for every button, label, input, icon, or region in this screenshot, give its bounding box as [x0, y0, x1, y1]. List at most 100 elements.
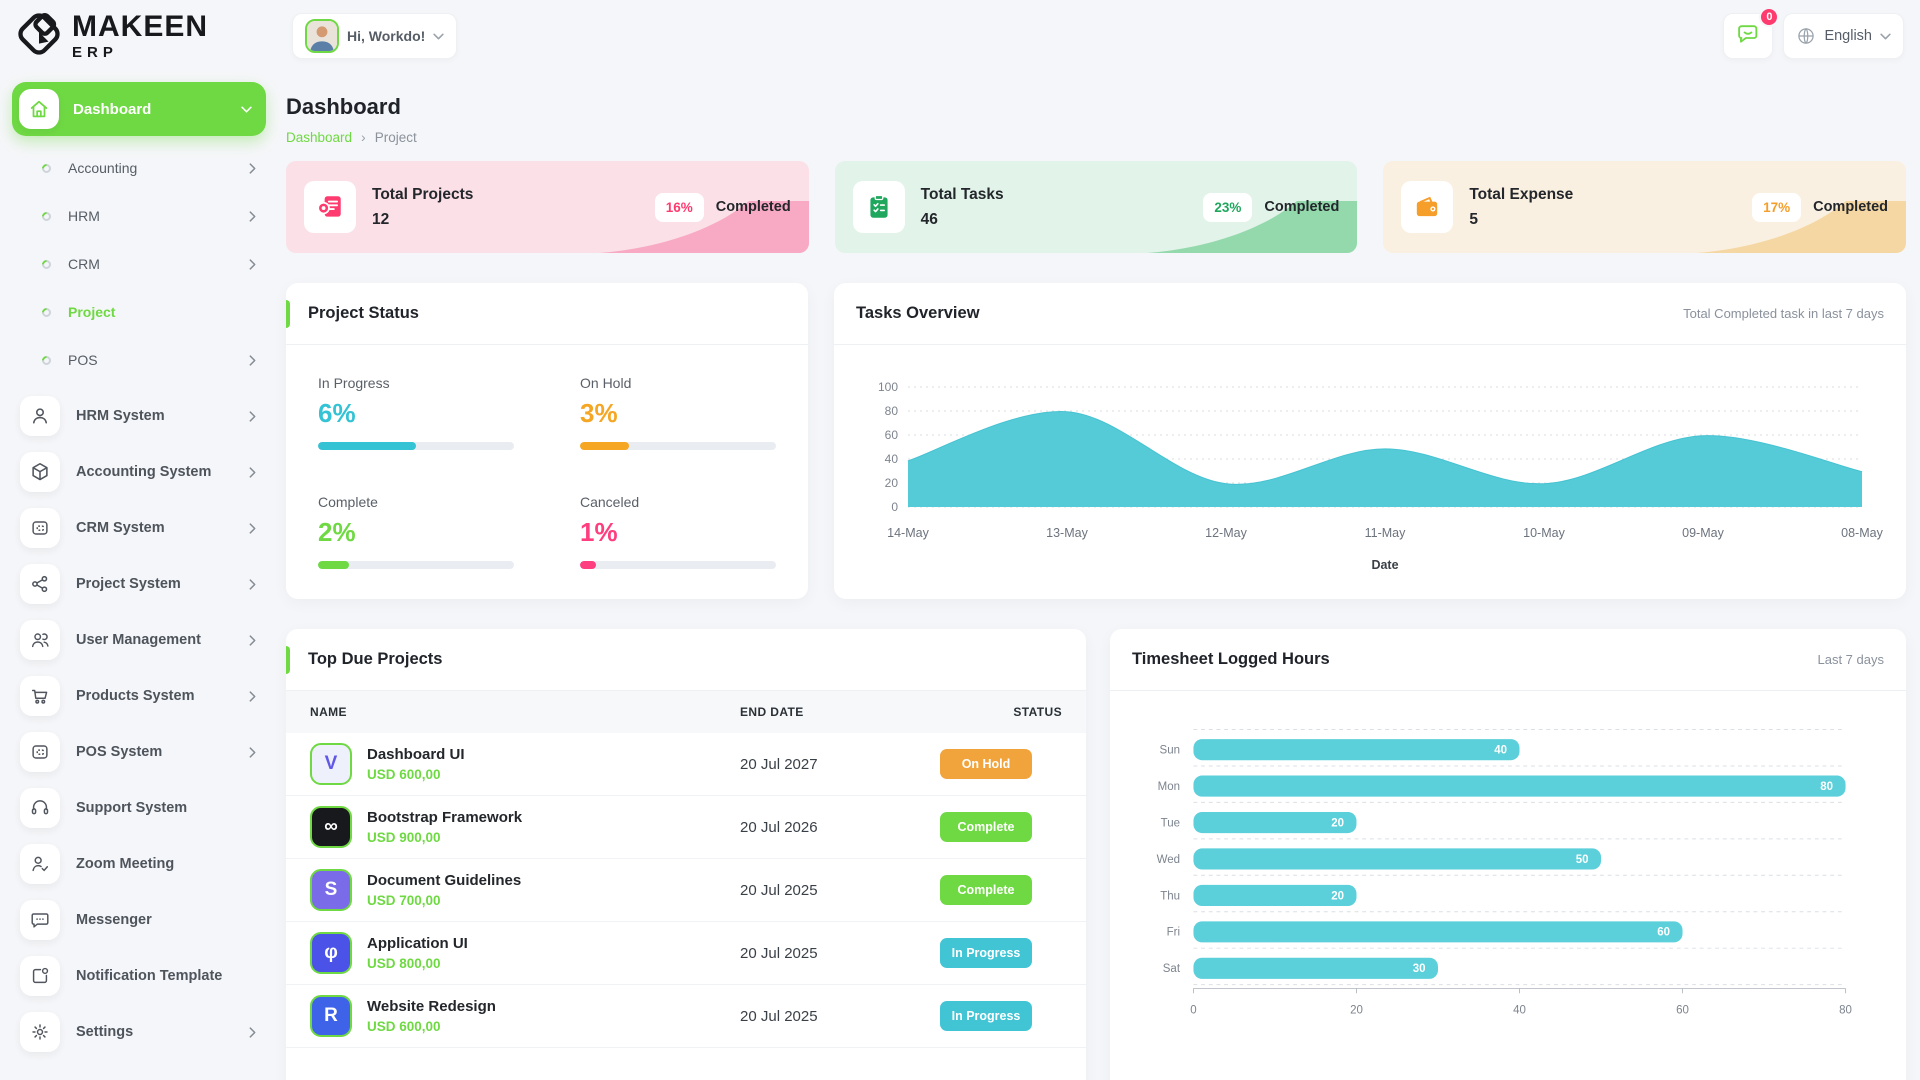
sidebar-sub-item[interactable]: Project — [12, 288, 266, 336]
chevron-down-icon — [1880, 33, 1891, 40]
sidebar-item[interactable]: Zoom Meeting — [12, 836, 266, 892]
sidebar-item-label: Messenger — [76, 912, 152, 928]
breadcrumb-separator: › — [361, 129, 366, 145]
sidebar-item[interactable]: Project System — [12, 556, 266, 612]
project-end-date: 20 Jul 2026 — [716, 795, 916, 859]
table-row[interactable]: φ Application UI USD 800,00 20 Jul 2025 … — [286, 921, 1086, 985]
sidebar-item[interactable]: Products System — [12, 668, 266, 724]
progress-fill — [318, 442, 416, 450]
gear-icon — [20, 1012, 60, 1052]
sidebar-sub-item[interactable]: CRM — [12, 240, 266, 288]
table-row[interactable]: ∞ Bootstrap Framework USD 900,00 20 Jul … — [286, 795, 1086, 859]
page-title: Dashboard — [286, 94, 401, 119]
makeen-logo-icon — [16, 11, 62, 62]
tasks-overview-subtitle: Total Completed task in last 7 days — [1683, 306, 1884, 321]
sidebar-item[interactable]: HRM System — [12, 388, 266, 444]
svg-text:Mon: Mon — [1158, 781, 1180, 793]
brand-logo[interactable]: MAKEEN ERP — [16, 11, 278, 62]
stat-card: Total Expense 5 17% Completed — [1383, 161, 1907, 253]
sidebar-sub-item-label: Accounting — [68, 160, 138, 176]
tasks-overview-title: Tasks Overview — [856, 304, 980, 322]
stat-card: Total Projects 12 16% Completed — [286, 161, 809, 253]
status-label: On Hold — [580, 375, 632, 391]
table-row[interactable]: S Document Guidelines USD 700,00 20 Jul … — [286, 858, 1086, 922]
table-row[interactable]: R Website Redesign USD 600,00 20 Jul 202… — [286, 984, 1086, 1048]
sidebar-item-label: Dashboard — [73, 100, 152, 118]
project-name: Application UI — [367, 935, 468, 952]
sidebar-item[interactable]: CRM System — [12, 500, 266, 556]
svg-text:0: 0 — [1190, 1004, 1196, 1016]
sidebar-item[interactable]: Accounting System — [12, 444, 266, 500]
svg-text:Sat: Sat — [1163, 963, 1181, 975]
timesheet-subtitle: Last 7 days — [1817, 652, 1885, 667]
cube-icon — [20, 452, 60, 492]
chevron-right-icon — [249, 578, 256, 590]
svg-text:14-May: 14-May — [887, 526, 929, 540]
table-row[interactable]: V Dashboard UI USD 600,00 20 Jul 2027 On… — [286, 733, 1086, 796]
stat-percent-badge: 23% — [1203, 192, 1253, 222]
globe-icon — [1796, 26, 1816, 46]
sidebar-item-dashboard[interactable]: Dashboard — [12, 82, 266, 136]
chat-icon — [1735, 21, 1761, 52]
sidebar: Dashboard Accounting HRM CRM Project POS… — [0, 72, 278, 1080]
project-price: USD 800,00 — [367, 956, 441, 971]
svg-text:12-May: 12-May — [1205, 526, 1247, 540]
brand-name: MAKEEN — [72, 10, 209, 43]
table-header-row: NAME END DATE STATUS — [286, 691, 1086, 733]
sidebar-sub-item[interactable]: Accounting — [12, 144, 266, 192]
tasks-overview-card: Tasks Overview Total Completed task in l… — [834, 283, 1906, 599]
svg-text:60: 60 — [885, 428, 899, 442]
svg-text:Tue: Tue — [1161, 817, 1180, 829]
status-label: Canceled — [580, 494, 640, 510]
stat-title: Total Expense — [1469, 185, 1574, 203]
bullet-icon — [40, 209, 53, 223]
svg-text:80: 80 — [885, 404, 899, 418]
sidebar-item[interactable]: Support System — [12, 780, 266, 836]
status-badge: Complete — [940, 875, 1032, 905]
progress-track — [580, 442, 776, 450]
status-percent: 6% — [318, 398, 356, 428]
stat-completed-label: Completed — [1264, 199, 1340, 215]
sidebar-item[interactable]: User Management — [12, 612, 266, 668]
svg-text:Sun: Sun — [1160, 744, 1180, 756]
notification-icon — [20, 956, 60, 996]
status-percent: 3% — [580, 398, 618, 428]
bullet-icon — [40, 305, 53, 319]
breadcrumb-current: Project — [374, 129, 417, 145]
timesheet-title: Timesheet Logged Hours — [1132, 650, 1330, 668]
top-due-projects-card: Top Due Projects NAME END DATE STATUS V … — [286, 629, 1086, 1080]
status-item: On Hold 3% — [580, 375, 776, 450]
timesheet-chart: Sun 40 Mon 80 Tue 20 Wed 50 Thu 20 Fri 60 Sat 30 0 20 40… — [1157, 729, 1852, 1016]
sidebar-item[interactable]: Messenger — [12, 892, 266, 948]
users-icon — [20, 620, 60, 660]
sidebar-sub-item[interactable]: POS — [12, 336, 266, 384]
sidebar-item-label: Project System — [76, 576, 181, 592]
card-accent-bar — [286, 300, 290, 328]
svg-text:Fri: Fri — [1167, 927, 1180, 939]
stat-card: Total Tasks 46 23% Completed — [834, 161, 1358, 253]
messages-button[interactable]: 0 — [1723, 7, 1780, 59]
cart-icon — [20, 676, 60, 716]
svg-text:40: 40 — [1494, 744, 1507, 756]
sidebar-item[interactable]: Settings — [12, 1004, 266, 1060]
sidebar-sub-item-label: HRM — [68, 208, 100, 224]
progress-track — [318, 442, 514, 450]
project-end-date: 20 Jul 2025 — [716, 921, 916, 985]
stat-percent-badge: 16% — [654, 192, 704, 222]
status-item: In Progress 6% — [318, 375, 514, 450]
sidebar-item[interactable]: Notification Template — [12, 948, 266, 1004]
sidebar-sub-item[interactable]: HRM — [12, 192, 266, 240]
svg-text:20: 20 — [1331, 817, 1344, 829]
breadcrumb-dashboard-link[interactable]: Dashboard — [286, 130, 352, 145]
sidebar-sub-item-label: CRM — [68, 256, 100, 272]
headset-icon — [20, 788, 60, 828]
chevron-right-icon — [249, 410, 256, 422]
svg-text:20: 20 — [1331, 890, 1344, 902]
status-percent: 1% — [580, 517, 618, 547]
sidebar-item-label: Products System — [76, 688, 195, 704]
status-badge: In Progress — [940, 1001, 1032, 1031]
language-selector[interactable]: English — [1783, 13, 1904, 59]
project-price: USD 600,00 — [367, 767, 441, 782]
user-menu[interactable]: Hi, Workdo! — [292, 13, 458, 59]
sidebar-item[interactable]: POS System — [12, 724, 266, 780]
